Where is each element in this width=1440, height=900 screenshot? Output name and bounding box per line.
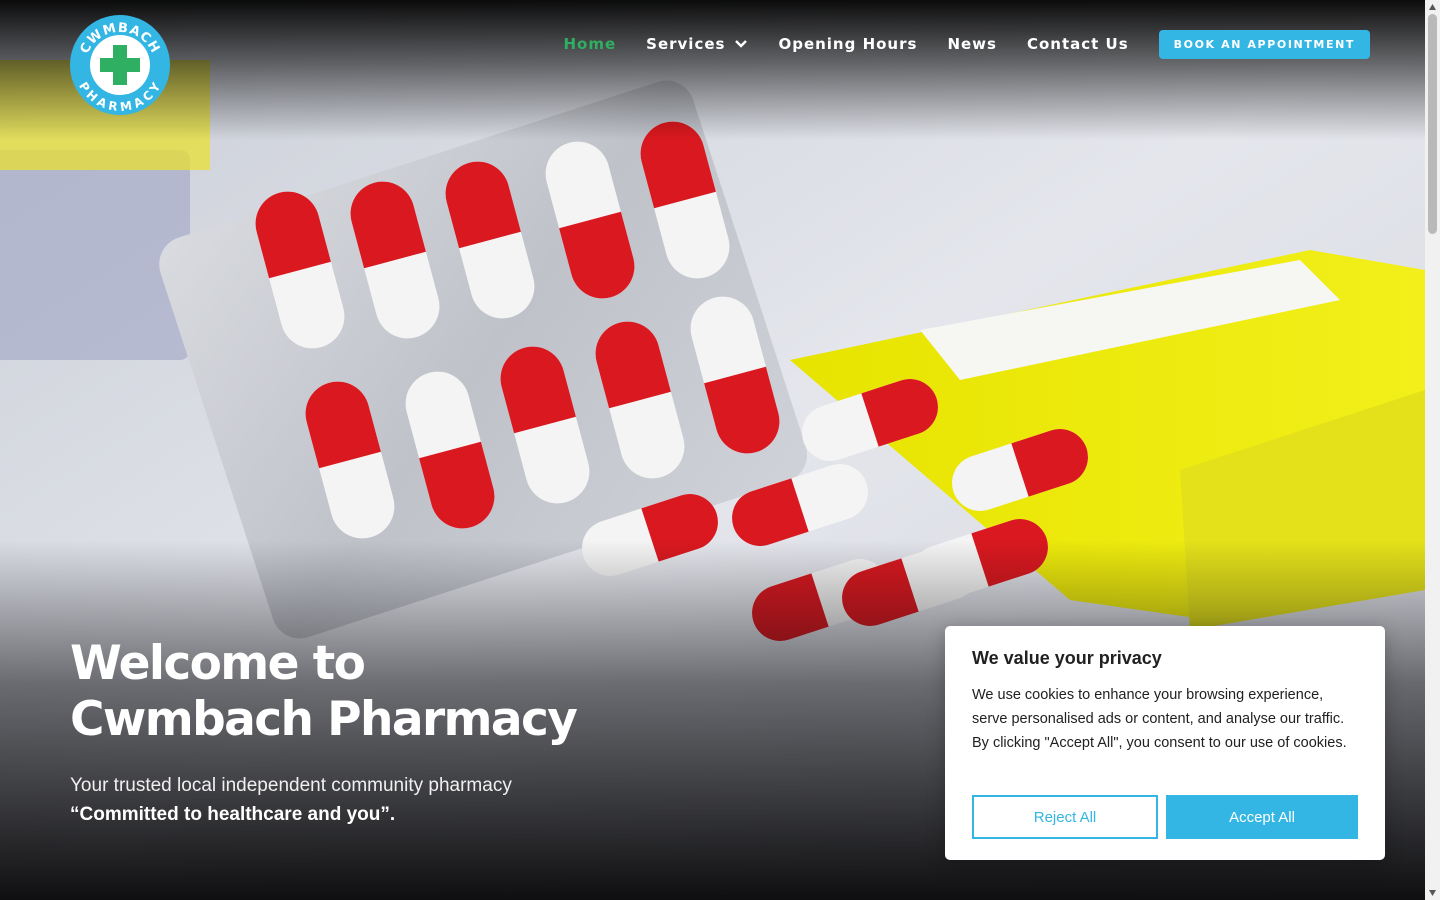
hero-subtitle: Your trusted local independent community… [70,775,512,796]
accept-all-button[interactable]: Accept All [1166,795,1358,839]
book-appointment-button[interactable]: BOOK AN APPOINTMENT [1158,29,1370,59]
hero-quote: “Committed to healthcare and you”. [70,804,396,825]
page-scrollbar[interactable] [1425,0,1440,900]
cookie-description: We use cookies to enhance your browsing … [972,687,1347,751]
cookie-consent-banner: We value your privacy We use cookies to … [945,626,1385,860]
hero-title: Welcome to Cwmbach Pharmacy [70,636,578,747]
scroll-down-icon[interactable] [1428,889,1437,897]
chevron-down-icon [735,40,748,48]
nav-opening-hours[interactable]: Opening Hours [778,35,917,53]
main-navigation: Home Services Opening Hours News Contact… [563,0,1370,88]
nav-contact-us[interactable]: Contact Us [1027,35,1129,53]
cookie-buttons: Reject All Accept All [972,795,1358,839]
nav-news[interactable]: News [947,35,997,53]
reject-all-button[interactable]: Reject All [972,795,1158,839]
cookie-title: We value your privacy [972,648,1162,668]
scrollbar-thumb[interactable] [1428,14,1437,234]
scroll-up-icon[interactable] [1428,3,1437,11]
pharmacy-cross-logo-icon: CWMBACH PHARMACY [70,15,170,115]
nav-services-label: Services [646,35,726,53]
pharmacy-logo[interactable]: CWMBACH PHARMACY [70,15,170,115]
nav-home[interactable]: Home [563,35,616,53]
nav-services[interactable]: Services [646,35,748,53]
hero-text-block: Welcome to Cwmbach Pharmacy Your trusted… [70,636,630,830]
